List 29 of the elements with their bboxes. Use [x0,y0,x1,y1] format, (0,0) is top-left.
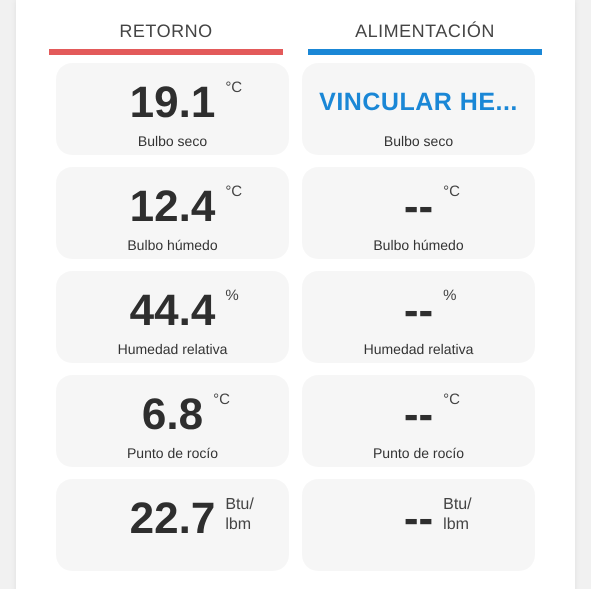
unit-label: Btu/ lbm [443,495,472,535]
reading-label: Punto de rocío [372,444,464,463]
column-title: RETORNO [118,20,214,43]
reading-value: -- [404,286,434,335]
link-button[interactable]: VINCULAR HE... [319,84,518,122]
reading-value: 6.8 [142,390,204,439]
reading-label: Bulbo seco [138,132,208,151]
reading-value: -- [404,494,434,543]
unit-label: °C [225,79,242,97]
reading-value: 44.4 [130,286,216,335]
reading-value: 22.7 [130,494,216,543]
reading-value: 19.1 [130,78,216,127]
reading-label: Humedad relativa [364,340,474,359]
unit-label: °C [443,183,460,201]
column-title: ALIMENTACIÓN [354,20,496,43]
unit-label: °C [443,391,460,409]
reading-label: Bulbo húmedo [127,236,218,255]
reading-label: Humedad relativa [118,340,228,359]
unit-label: °C [213,391,230,409]
reading-label: Bulbo húmedo [373,236,464,255]
reading-label: Bulbo seco [384,132,454,151]
unit-label: % [443,287,456,305]
reading-value: 12.4 [130,182,216,231]
unit-label: % [225,287,239,305]
unit-label: °C [225,183,242,201]
unit-label: Btu/ lbm [225,495,254,535]
reading-value: -- [404,390,434,439]
reading-value: -- [404,182,434,231]
reading-label: Punto de rocío [126,444,218,463]
